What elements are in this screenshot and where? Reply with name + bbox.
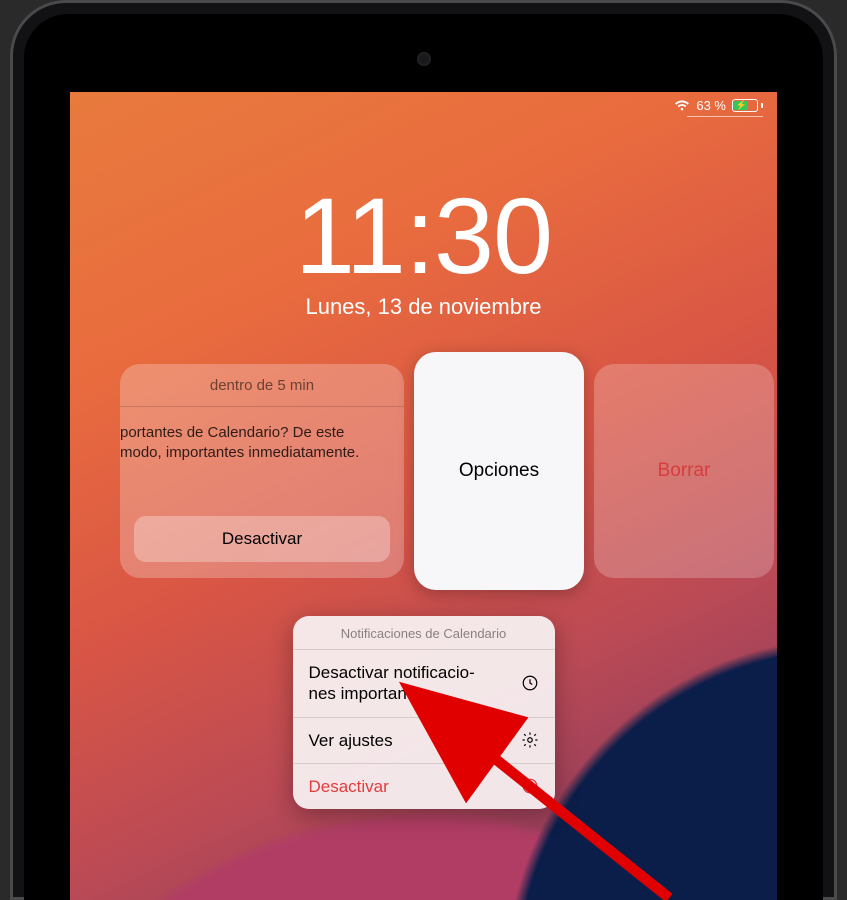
notification-inline-button-label: Desactivar (222, 529, 302, 549)
notification-body: portantes de Calendario? De este modo, i… (120, 407, 404, 464)
status-underline (687, 116, 763, 117)
gear-icon (517, 731, 539, 749)
battery-percent-label: 63 % (696, 98, 726, 113)
clear-button[interactable]: Borrar (594, 364, 774, 578)
popover-disable[interactable]: Desactivar (293, 763, 555, 809)
ipad-inner: 63 % ⚡ 11:30 Lunes, 13 de noviembre dent… (24, 14, 823, 900)
options-button-label: Opciones (459, 460, 539, 482)
wifi-icon (674, 100, 690, 112)
popover-disable-important[interactable]: Desactivar notificacio- nes importantes (293, 649, 555, 717)
popover-row-label: Desactivar (309, 776, 517, 797)
ipad-frame: 63 % ⚡ 11:30 Lunes, 13 de noviembre dent… (10, 0, 837, 900)
notification-options-popover: Notificaciones de Calendario Desactivar … (293, 616, 555, 809)
notification-header: dentro de 5 min (120, 364, 404, 406)
charging-bolt-icon: ⚡ (736, 101, 747, 110)
clock-block: 11:30 Lunes, 13 de noviembre (70, 182, 777, 320)
clear-button-label: Borrar (658, 460, 711, 482)
notification-row: dentro de 5 min portantes de Calendario?… (120, 364, 727, 578)
clock-time: 11:30 (70, 182, 777, 290)
popover-row-label: Ver ajustes (309, 730, 517, 751)
options-button[interactable]: Opciones (414, 352, 584, 590)
notification-inline-button[interactable]: Desactivar (134, 516, 390, 562)
popover-row-label: Desactivar notificacio- nes importantes (309, 662, 517, 705)
popover-view-settings[interactable]: Ver ajustes (293, 717, 555, 763)
status-bar: 63 % ⚡ (674, 98, 763, 113)
minus-circle-icon (517, 777, 539, 795)
battery-icon: ⚡ (732, 99, 763, 112)
popover-title: Notificaciones de Calendario (293, 616, 555, 649)
clock-date: Lunes, 13 de noviembre (70, 294, 777, 320)
front-camera (417, 52, 431, 66)
clock-icon (517, 674, 539, 692)
notification-card[interactable]: dentro de 5 min portantes de Calendario?… (120, 364, 404, 578)
lock-screen: 63 % ⚡ 11:30 Lunes, 13 de noviembre dent… (70, 92, 777, 900)
